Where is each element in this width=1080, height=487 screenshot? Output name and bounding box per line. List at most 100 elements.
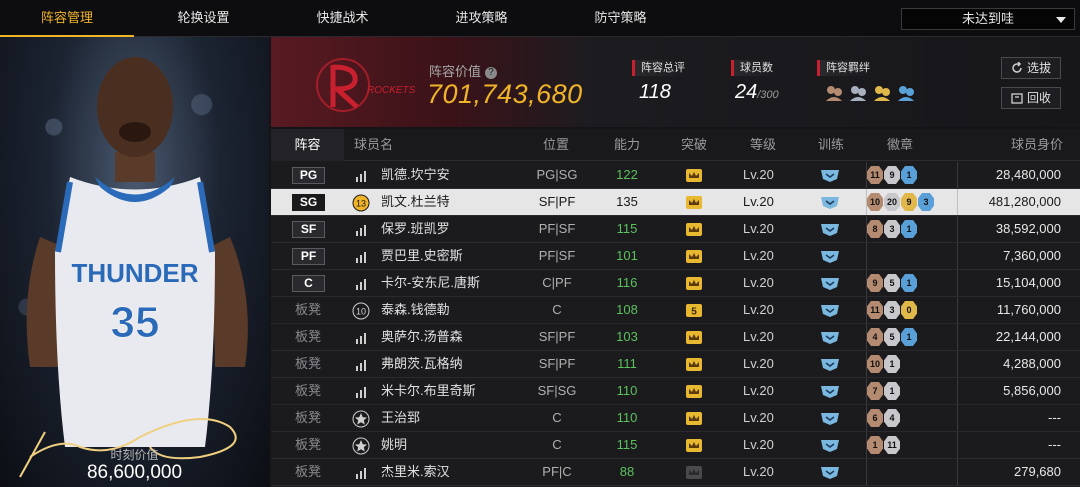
breakthrough-crown-icon[interactable] xyxy=(685,276,703,291)
lineup-slot[interactable]: 板凳 xyxy=(271,459,344,485)
player-name[interactable]: 凯德.坎宁安 xyxy=(381,162,450,188)
badge-list[interactable]: 1 11 xyxy=(867,436,900,455)
breakthrough-crown-icon[interactable] xyxy=(685,222,703,237)
training-icon[interactable] xyxy=(820,168,840,183)
training-icon[interactable] xyxy=(820,330,840,345)
training-icon[interactable] xyxy=(820,303,840,318)
player-ability: 101 xyxy=(616,248,638,263)
player-name[interactable]: 泰森.钱德勒 xyxy=(381,297,450,323)
tab-defense-strategy[interactable]: 防守策略 xyxy=(551,0,690,36)
tab-lineup-management[interactable]: 阵容管理 xyxy=(0,0,134,37)
badge-blue-icon: 3 xyxy=(918,193,934,211)
breakthrough-crown-icon[interactable] xyxy=(685,330,703,345)
player-name[interactable]: 杰里米.索汉 xyxy=(381,459,450,485)
bond-blue-icon[interactable] xyxy=(896,83,916,103)
status-dropdown[interactable]: 未达到哇 xyxy=(901,8,1075,30)
bench-label: 板凳 xyxy=(295,410,322,425)
table-row[interactable]: 板凳 弗朗茨.瓦格纳 SF|PF 111 Lv.20 10 1 4,288,000 xyxy=(271,351,1080,378)
select-button[interactable]: 选拔 xyxy=(1001,57,1061,79)
player-name[interactable]: 保罗.班凯罗 xyxy=(381,216,450,242)
badge-list[interactable]: 10 20 9 3 xyxy=(867,193,934,212)
training-icon[interactable] xyxy=(820,249,840,264)
breakthrough-level-icon[interactable]: 5 xyxy=(685,303,703,318)
col-training[interactable]: 训练 xyxy=(818,129,844,161)
breakthrough-crown-icon[interactable] xyxy=(685,438,703,453)
lineup-slot[interactable]: 板凳 xyxy=(271,324,344,350)
badge-bronze-icon: 1 xyxy=(867,436,883,454)
badge-list[interactable]: 831 xyxy=(867,220,917,239)
col-position[interactable]: 位置 xyxy=(543,129,569,161)
col-breakthrough[interactable]: 突破 xyxy=(681,129,707,161)
player-name[interactable]: 卡尔-安东尼.唐斯 xyxy=(381,270,480,296)
breakthrough-crown-icon[interactable] xyxy=(685,168,703,183)
training-icon[interactable] xyxy=(820,222,840,237)
tab-quick-tactics[interactable]: 快捷战术 xyxy=(273,0,412,36)
table-row[interactable]: 板凳 杰里米.索汉 PF|C 88 Lv.20 279,680 xyxy=(271,459,1080,486)
table-row[interactable]: PG 凯德.坎宁安 PG|SG 122 Lv.20 11 9 1 28,480,000 xyxy=(271,162,1080,189)
tab-offense-strategy[interactable]: 进攻策略 xyxy=(412,0,551,36)
badge-list[interactable]: 10 1 xyxy=(867,355,900,374)
lineup-slot[interactable]: 板凳 xyxy=(271,297,344,323)
lineup-slot[interactable]: 板凳 xyxy=(271,378,344,404)
lineup-slot[interactable]: 板凳 xyxy=(271,432,344,458)
lineup-slot[interactable]: 板凳 xyxy=(271,351,344,377)
player-ability: 122 xyxy=(616,167,638,182)
player-moment-card[interactable]: THUNDER 35 时刻价值 86,600,000 xyxy=(0,37,269,487)
table-row[interactable]: 板凳 姚明 C 115 Lv.20 1 11 --- xyxy=(271,432,1080,459)
breakthrough-locked-icon[interactable] xyxy=(685,465,703,480)
bond-gold-icon[interactable] xyxy=(872,83,892,103)
training-icon[interactable] xyxy=(820,276,840,291)
col-value[interactable]: 球员身价 xyxy=(1011,129,1063,161)
lineup-slot[interactable]: PF xyxy=(271,243,344,269)
training-icon[interactable] xyxy=(820,438,840,453)
table-row[interactable]: SF 保罗.班凯罗 PF|SF 115 Lv.20 8 3 1 38,592,000 xyxy=(271,216,1080,243)
bond-icons[interactable] xyxy=(824,83,916,107)
player-name[interactable]: 弗朗茨.瓦格纳 xyxy=(381,351,463,377)
player-count-value: 24 xyxy=(735,81,758,103)
table-row[interactable]: 板凳 王治郅 C 110 Lv.20 6 4 --- xyxy=(271,405,1080,432)
help-icon[interactable]: ? xyxy=(485,66,498,79)
player-name[interactable]: 王治郅 xyxy=(381,405,420,431)
breakthrough-crown-icon[interactable] xyxy=(685,411,703,426)
table-row[interactable]: 板凳 奥萨尔.汤普森 SF|PF 103 Lv.20 4 5 1 22,144,000 xyxy=(271,324,1080,351)
lineup-slot[interactable]: 板凳 xyxy=(271,405,344,431)
col-ability[interactable]: 能力 xyxy=(614,129,640,161)
tab-rotation-settings[interactable]: 轮换设置 xyxy=(134,0,273,36)
recycle-button[interactable]: 回收 xyxy=(1001,87,1061,109)
badge-list[interactable]: 11 3 0 xyxy=(867,301,917,320)
badge-list[interactable]: 451 xyxy=(867,328,917,347)
col-name[interactable]: 球员名 xyxy=(354,129,393,161)
lineup-slot[interactable]: PG xyxy=(271,162,344,188)
table-row[interactable]: C 卡尔-安东尼.唐斯 C|PF 116 Lv.20 9 5 1 15,104,000 xyxy=(271,270,1080,297)
lineup-slot[interactable]: SF xyxy=(271,216,344,242)
table-row[interactable]: 板凳 米卡尔.布里奇斯 SF|SG 110 Lv.20 7 1 5,856,000 xyxy=(271,378,1080,405)
badge-list[interactable]: 11 9 1 xyxy=(867,166,917,185)
table-row[interactable]: PF 贾巴里.史密斯 PF|SF 101 Lv.20 7,360,000 xyxy=(271,243,1080,270)
player-name[interactable]: 奥萨尔.汤普森 xyxy=(381,324,463,350)
table-row[interactable]: 板凳 10 泰森.钱德勒 C 108 5 Lv.20 11 3 0 11,760,000 xyxy=(271,297,1080,324)
badge-list[interactable]: 64 xyxy=(867,409,900,428)
breakthrough-crown-icon[interactable] xyxy=(685,249,703,264)
breakthrough-crown-icon[interactable] xyxy=(685,357,703,372)
training-icon[interactable] xyxy=(820,465,840,480)
col-badges[interactable]: 徽章 xyxy=(887,129,913,161)
player-name[interactable]: 凯文.杜兰特 xyxy=(381,189,450,215)
badge-list[interactable]: 951 xyxy=(867,274,917,293)
table-row[interactable]: SG 13 凯文.杜兰特 SF|PF 135 Lv.20 10 20 9 3 481,280,000 xyxy=(271,189,1080,216)
training-icon[interactable] xyxy=(820,195,840,210)
player-name[interactable]: 姚明 xyxy=(381,432,407,458)
bond-bronze-icon[interactable] xyxy=(824,83,844,103)
training-icon[interactable] xyxy=(820,384,840,399)
breakthrough-crown-icon[interactable] xyxy=(685,195,703,210)
lineup-slot[interactable]: SG xyxy=(271,189,344,215)
training-icon[interactable] xyxy=(820,357,840,372)
col-level[interactable]: 等级 xyxy=(750,129,776,161)
training-icon[interactable] xyxy=(820,411,840,426)
player-name[interactable]: 贾巴里.史密斯 xyxy=(381,243,463,269)
col-lineup[interactable]: 阵容 xyxy=(271,129,344,161)
lineup-slot[interactable]: C xyxy=(271,270,344,296)
player-name[interactable]: 米卡尔.布里奇斯 xyxy=(381,378,476,404)
breakthrough-crown-icon[interactable] xyxy=(685,384,703,399)
bond-silver-icon[interactable] xyxy=(848,83,868,103)
badge-list[interactable]: 71 xyxy=(867,382,900,401)
